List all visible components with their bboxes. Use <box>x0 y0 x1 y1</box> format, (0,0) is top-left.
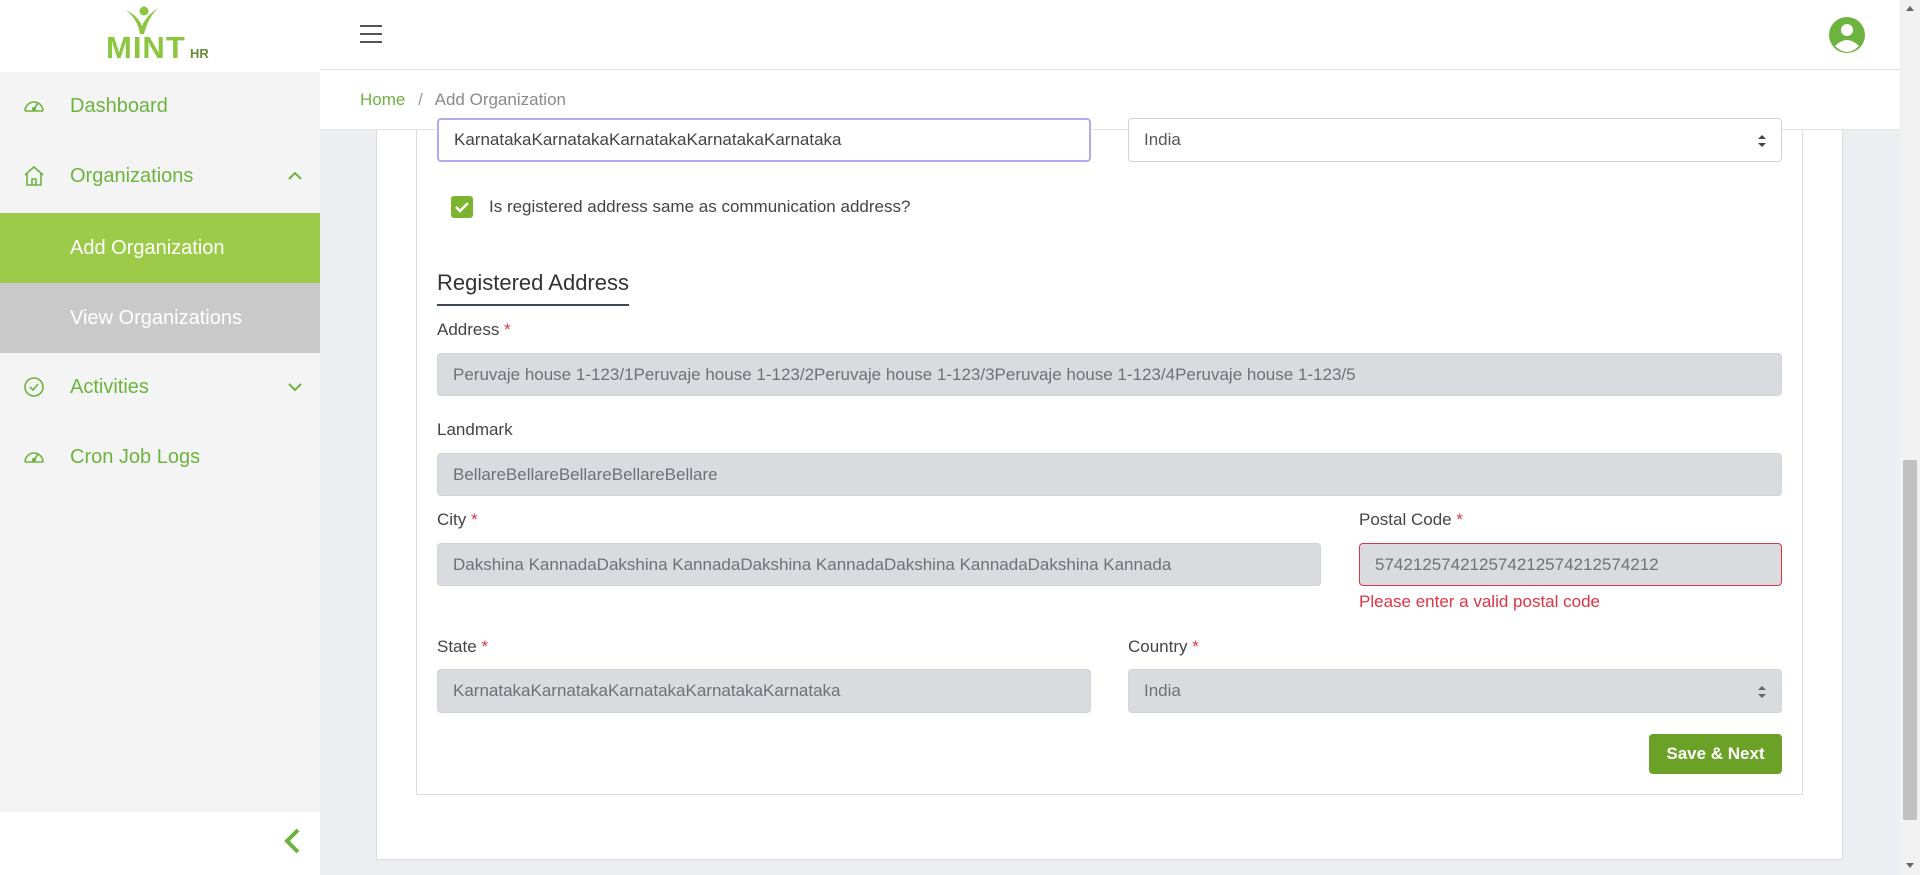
address-field[interactable]: Peruvaje house 1-123/1Peruvaje house 1-1… <box>437 353 1782 396</box>
communication-state-input[interactable]: KarnatakaKarnatakaKarnatakaKarnatakaKarn… <box>437 118 1091 162</box>
chevron-up-icon <box>288 171 302 180</box>
chevron-down-icon <box>288 383 302 392</box>
sidebar-item-label: Activities <box>70 375 149 398</box>
sidebar-item-organizations[interactable]: Organizations <box>0 141 320 211</box>
sidebar-item-dashboard[interactable]: Dashboard <box>0 71 320 141</box>
breadcrumb-home-link[interactable]: Home <box>360 90 405 109</box>
user-avatar-icon[interactable] <box>1828 16 1866 54</box>
address-label: Address * <box>437 320 511 339</box>
menu-toggle-icon[interactable] <box>360 25 382 45</box>
section-title: Registered Address <box>437 270 629 306</box>
sidebar-item-label: Add Organization <box>70 236 225 259</box>
save-next-button[interactable]: Save & Next <box>1649 734 1782 774</box>
city-field[interactable]: Dakshina KannadaDakshina KannadaDakshina… <box>437 543 1321 586</box>
scroll-down-icon[interactable] <box>1905 862 1915 870</box>
city-label: City * <box>437 510 478 529</box>
logo-area: MINT HR <box>0 0 320 72</box>
communication-country-select[interactable]: India <box>1128 118 1782 162</box>
logo-text: MINT <box>106 30 186 65</box>
country-select[interactable]: India <box>1128 669 1782 713</box>
sidebar-footer <box>0 812 320 875</box>
state-label: State * <box>437 637 489 656</box>
speedometer-icon <box>24 452 44 463</box>
landmark-label: Landmark <box>437 420 513 439</box>
top-bar <box>320 0 1900 70</box>
collapse-sidebar-icon[interactable] <box>280 826 306 856</box>
sidebar-item-activities[interactable]: Activities <box>0 352 320 422</box>
checkmark-icon <box>455 202 469 213</box>
postal-code-label: Postal Code * <box>1359 510 1463 529</box>
logo-suffix: HR <box>190 46 209 61</box>
sidebar: MINT HR Dashboard Organizations Add Orga… <box>0 0 320 875</box>
postal-code-error: Please enter a valid postal code <box>1359 592 1600 611</box>
state-field[interactable]: KarnatakaKarnatakaKarnatakaKarnatakaKarn… <box>437 669 1091 713</box>
sidebar-item-label: Organizations <box>70 164 194 187</box>
same-address-label: Is registered address same as communicat… <box>489 197 911 216</box>
sidebar-item-view-organizations[interactable]: View Organizations <box>0 283 320 353</box>
sidebar-item-cron-job-logs[interactable]: Cron Job Logs <box>0 422 320 492</box>
sidebar-item-label: Dashboard <box>70 94 168 117</box>
scroll-up-icon[interactable] <box>1905 4 1915 12</box>
select-arrows-icon <box>1758 686 1766 698</box>
speedometer-icon <box>24 101 44 112</box>
breadcrumb-separator: / <box>418 90 423 109</box>
postal-code-field[interactable]: 574212574212574212574212574212 <box>1359 543 1782 586</box>
mint-hr-logo[interactable]: MINT HR <box>104 4 224 65</box>
select-value: India <box>1144 130 1181 149</box>
scrollbar-thumb[interactable] <box>1903 460 1917 820</box>
home-icon <box>24 165 44 186</box>
same-address-checkbox[interactable] <box>451 196 473 218</box>
sidebar-item-label: View Organizations <box>70 306 242 329</box>
sidebar-item-label: Cron Job Logs <box>70 445 201 468</box>
select-value: India <box>1144 681 1181 700</box>
check-circle-icon <box>24 377 44 397</box>
sidebar-item-add-organization[interactable]: Add Organization <box>0 213 320 283</box>
breadcrumb-current: Add Organization <box>434 90 566 109</box>
country-label: Country * <box>1128 637 1199 656</box>
landmark-field[interactable]: BellareBellareBellareBellareBellare <box>437 453 1782 496</box>
select-arrows-icon <box>1758 135 1766 147</box>
breadcrumb: Home / Add Organization <box>360 90 566 110</box>
